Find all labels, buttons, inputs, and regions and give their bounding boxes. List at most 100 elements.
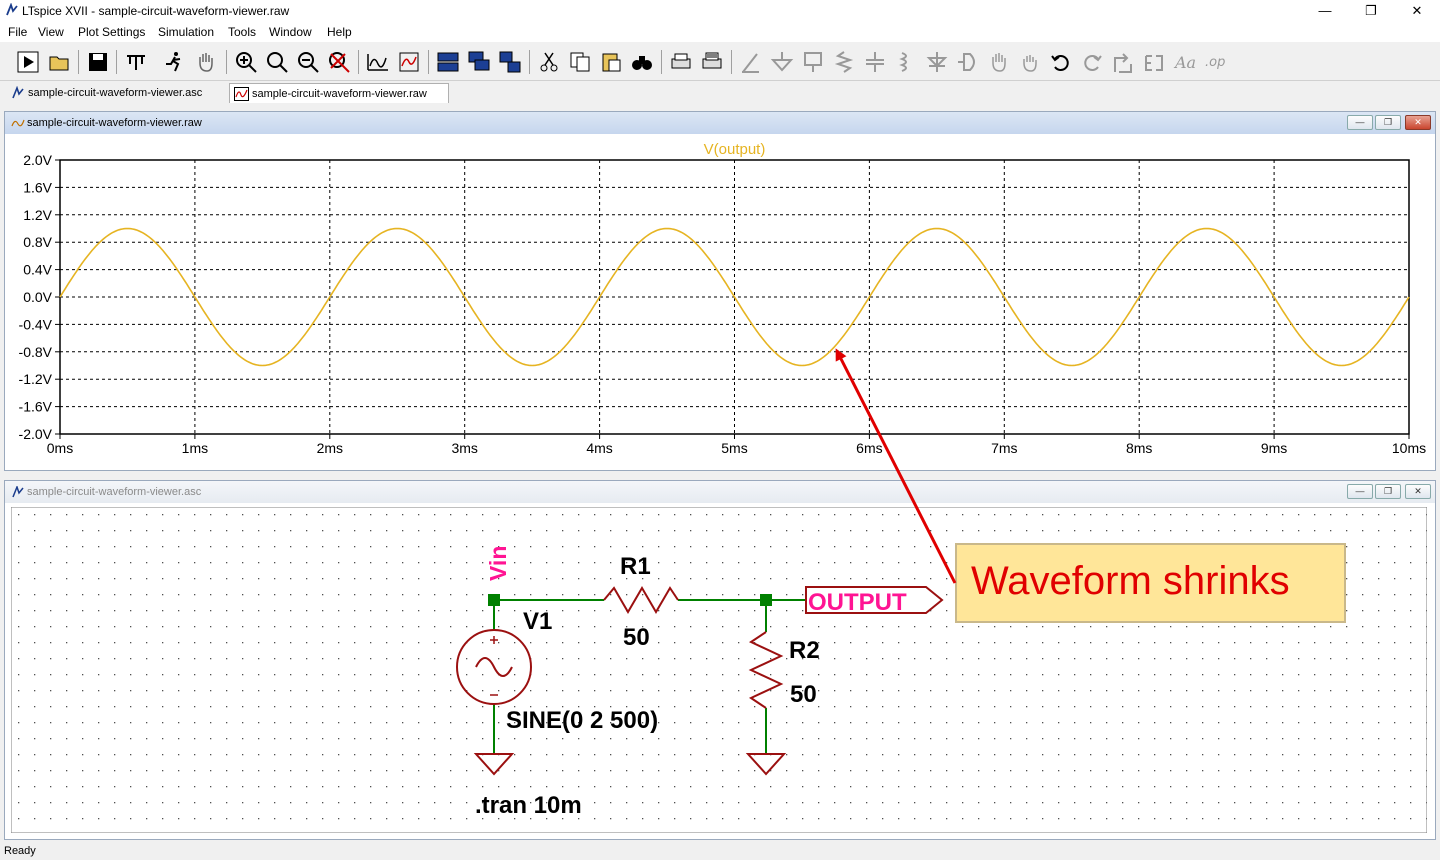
document-tab-bar: sample-circuit-waveform-viewer.asc sampl… [0, 81, 1440, 105]
menu-file[interactable]: File [8, 25, 27, 39]
label-r2: R2 [789, 637, 820, 664]
waveform-minimize-button[interactable]: — [1347, 115, 1373, 130]
draw-wire-icon[interactable] [739, 50, 763, 74]
svg-text:.op: .op [1205, 55, 1225, 70]
menu-plot-settings[interactable]: Plot Settings [78, 25, 145, 39]
y-tick-label: -0.4V [19, 316, 53, 332]
y-tick-label: 2.0V [23, 152, 52, 168]
y-tick-label: 0.0V [23, 289, 52, 305]
x-tick-label: 1ms [182, 440, 208, 456]
waveform-window-caption: sample-circuit-waveform-viewer.raw — ❐ ✕ [5, 112, 1435, 134]
capacitor-icon[interactable] [863, 50, 887, 74]
save-icon[interactable] [86, 50, 110, 74]
text-icon[interactable]: Aa [1173, 50, 1197, 74]
junction-vin [488, 594, 500, 606]
menu-view[interactable]: View [38, 25, 64, 39]
menu-simulation[interactable]: Simulation [158, 25, 214, 39]
status-text: Ready [4, 845, 36, 857]
status-bar: Ready [0, 842, 1440, 860]
schematic-restore-button[interactable]: ❐ [1375, 484, 1401, 499]
zoom-out-icon[interactable] [296, 50, 320, 74]
label-r2-value: 50 [790, 681, 817, 708]
waveform-restore-button[interactable]: ❐ [1375, 115, 1401, 130]
waveform-window: sample-circuit-waveform-viewer.raw — ❐ ✕… [4, 111, 1436, 471]
menu-window[interactable]: Window [269, 25, 312, 39]
tab-waveform[interactable]: sample-circuit-waveform-viewer.raw [229, 83, 449, 103]
waveform-icon [11, 119, 25, 127]
undo-icon[interactable] [1049, 50, 1073, 74]
zoom-in-icon[interactable] [234, 50, 258, 74]
title-bar: LTspice XVII - sample-circuit-waveform-v… [0, 0, 1440, 22]
label-net-icon[interactable] [801, 50, 825, 74]
x-tick-label: 5ms [721, 440, 747, 456]
schematic-window-title: sample-circuit-waveform-viewer.asc [27, 486, 202, 498]
cascade-icon[interactable] [467, 50, 491, 74]
y-tick-label: 0.8V [23, 234, 52, 250]
tab-schematic-label: sample-circuit-waveform-viewer.asc [28, 87, 203, 99]
find-icon[interactable] [630, 50, 654, 74]
tile-horizontal-icon[interactable] [436, 50, 460, 74]
schematic-close-button[interactable]: ✕ [1405, 484, 1431, 499]
diode-icon[interactable] [925, 50, 949, 74]
close-button[interactable]: ✕ [1394, 0, 1440, 22]
x-tick-label: 6ms [856, 440, 882, 456]
x-tick-label: 3ms [451, 440, 477, 456]
pick-traces-icon[interactable] [397, 50, 421, 74]
svg-text:Aa: Aa [1173, 53, 1196, 72]
zoom-fit-icon[interactable] [265, 50, 289, 74]
print-icon[interactable] [669, 50, 693, 74]
inductor-icon[interactable] [894, 50, 918, 74]
waveform-icon [234, 87, 249, 101]
y-tick-label: 1.2V [23, 207, 52, 223]
print-setup-icon[interactable] [700, 50, 724, 74]
menu-tools[interactable]: Tools [228, 25, 256, 39]
waveform-close-button[interactable]: ✕ [1405, 115, 1431, 130]
tile-vertical-icon[interactable] [498, 50, 522, 74]
mirror-icon[interactable] [1142, 50, 1166, 74]
net-label-output: OUTPUT [808, 589, 907, 616]
annotation-callout-text: Waveform shrinks [971, 559, 1290, 603]
schematic-icon [12, 486, 24, 498]
window-title: LTspice XVII - sample-circuit-waveform-v… [22, 4, 290, 18]
cut-icon[interactable] [537, 50, 561, 74]
copy-icon[interactable] [568, 50, 592, 74]
rotate-icon[interactable] [1111, 50, 1135, 74]
drag-hand-icon[interactable] [1018, 50, 1042, 74]
menu-bar: File View Plot Settings Simulation Tools… [0, 22, 1440, 42]
y-tick-label: -1.6V [19, 399, 53, 415]
net-label-vin: Vin [485, 546, 511, 581]
restore-button[interactable]: ❐ [1348, 0, 1394, 22]
open-folder-icon[interactable] [48, 50, 72, 74]
y-tick-label: -1.2V [19, 371, 53, 387]
control-panel-icon[interactable] [124, 50, 148, 74]
resistor-icon[interactable] [832, 50, 856, 74]
x-tick-label: 2ms [317, 440, 343, 456]
zoom-cancel-icon[interactable] [327, 50, 351, 74]
paste-icon[interactable] [599, 50, 623, 74]
label-source-value: SINE(0 2 500) [506, 707, 658, 734]
x-tick-label: 9ms [1261, 440, 1287, 456]
component-icon[interactable] [956, 50, 980, 74]
run-icon[interactable] [16, 50, 40, 74]
ltspice-icon [6, 3, 18, 16]
x-tick-label: 0ms [47, 440, 73, 456]
x-tick-label: 4ms [586, 440, 612, 456]
junction-output [760, 594, 772, 606]
autorange-icon[interactable] [366, 50, 390, 74]
spice-directive-tran: .tran 10m [475, 792, 582, 819]
schematic-minimize-button[interactable]: — [1347, 484, 1373, 499]
run-man-icon[interactable] [162, 50, 186, 74]
schematic-window: sample-circuit-waveform-viewer.asc — ❐ ✕ [4, 480, 1436, 840]
schematic-window-caption: sample-circuit-waveform-viewer.asc — ❐ ✕ [5, 481, 1435, 503]
menu-help[interactable]: Help [327, 25, 352, 39]
spice-directive-icon[interactable]: .op [1204, 50, 1228, 74]
redo-icon[interactable] [1080, 50, 1104, 74]
plot-title: V(output) [704, 141, 766, 158]
move-hand-icon[interactable] [987, 50, 1011, 74]
ground-icon[interactable] [770, 50, 794, 74]
tab-schematic[interactable]: sample-circuit-waveform-viewer.asc [6, 83, 228, 103]
waveform-plot[interactable]: 0ms 1ms 2ms 3ms 4ms 5ms 6ms 7ms 8ms 9ms 10ms 2.0V 1.… [5, 134, 1433, 468]
x-tick-label: 7ms [991, 440, 1017, 456]
pan-hand-icon[interactable] [194, 50, 218, 74]
minimize-button[interactable]: — [1302, 0, 1348, 22]
